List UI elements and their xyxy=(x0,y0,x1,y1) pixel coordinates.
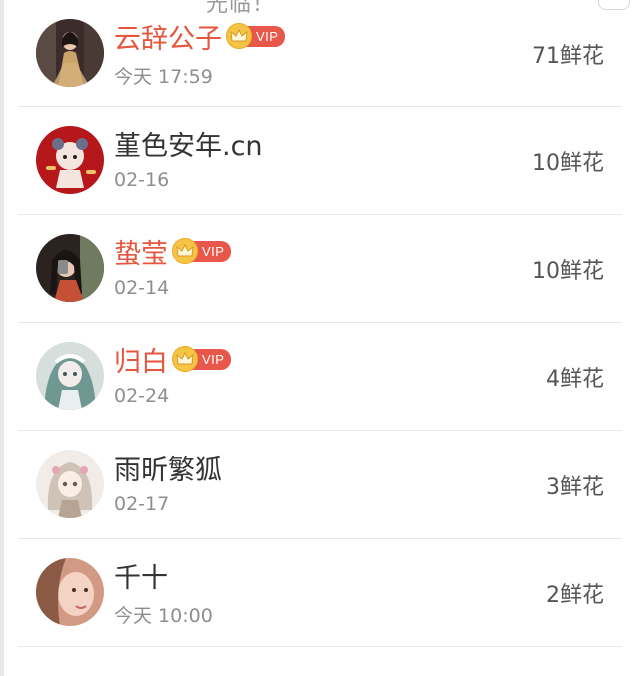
send-time: 今天 10:00 xyxy=(114,605,213,627)
crown-icon xyxy=(226,23,252,49)
flower-count: 71鲜花 xyxy=(532,44,604,69)
avatar[interactable] xyxy=(36,558,104,626)
send-time: 02-24 xyxy=(114,385,170,407)
avatar[interactable] xyxy=(36,19,104,87)
flower-count: 2鲜花 xyxy=(546,583,604,608)
name-line: 蛰莹 VIP xyxy=(114,231,232,271)
user-name[interactable]: 归白 xyxy=(114,340,168,379)
send-time: 今天 17:59 xyxy=(114,66,213,88)
name-line: 千十 xyxy=(114,555,168,595)
name-line: 归白 VIP xyxy=(114,339,232,379)
user-name[interactable]: 云辞公子 xyxy=(114,17,222,56)
vip-badge: VIP xyxy=(172,346,232,372)
list-item[interactable]: 归白 VIP 02-24 4鲜花 xyxy=(18,323,622,431)
list-item[interactable]: 千十 今天 10:00 2鲜花 xyxy=(18,539,622,647)
user-name[interactable]: 堇色安年.cn xyxy=(114,124,263,163)
flower-count: 10鲜花 xyxy=(532,259,604,284)
user-name[interactable]: 千十 xyxy=(114,556,168,595)
flower-count: 3鲜花 xyxy=(546,475,604,500)
vip-badge: VIP xyxy=(172,238,232,264)
avatar[interactable] xyxy=(36,342,104,410)
name-line: 堇色安年.cn xyxy=(114,123,263,163)
crown-icon xyxy=(172,346,198,372)
send-time: 02-17 xyxy=(114,493,170,515)
avatar[interactable] xyxy=(36,234,104,302)
gift-list: 云辞公子 VIP 今天 17:59 71鲜花 堇色安年.cn 02-16 10鲜… xyxy=(0,0,640,647)
flower-ranking-screen: 光临！ 云辞公子 VIP 今天 17:59 71鲜花 堇色安年.cn 02-16… xyxy=(0,0,640,676)
flower-count: 10鲜花 xyxy=(532,151,604,176)
avatar[interactable] xyxy=(36,126,104,194)
vip-badge: VIP xyxy=(226,23,286,49)
crown-icon xyxy=(172,238,198,264)
name-line: 云辞公子 VIP xyxy=(114,16,286,56)
send-time: 02-16 xyxy=(114,169,170,191)
user-name[interactable]: 雨昕繁狐 xyxy=(114,448,222,487)
list-item[interactable]: 堇色安年.cn 02-16 10鲜花 xyxy=(18,107,622,215)
flower-count: 4鲜花 xyxy=(546,367,604,392)
name-line: 雨昕繁狐 xyxy=(114,447,222,487)
list-item[interactable]: 雨昕繁狐 02-17 3鲜花 xyxy=(18,431,622,539)
send-time: 02-14 xyxy=(114,277,170,299)
user-name[interactable]: 蛰莹 xyxy=(114,232,168,271)
list-item[interactable]: 云辞公子 VIP 今天 17:59 71鲜花 xyxy=(18,0,622,107)
avatar[interactable] xyxy=(36,450,104,518)
list-item[interactable]: 蛰莹 VIP 02-14 10鲜花 xyxy=(18,215,622,323)
